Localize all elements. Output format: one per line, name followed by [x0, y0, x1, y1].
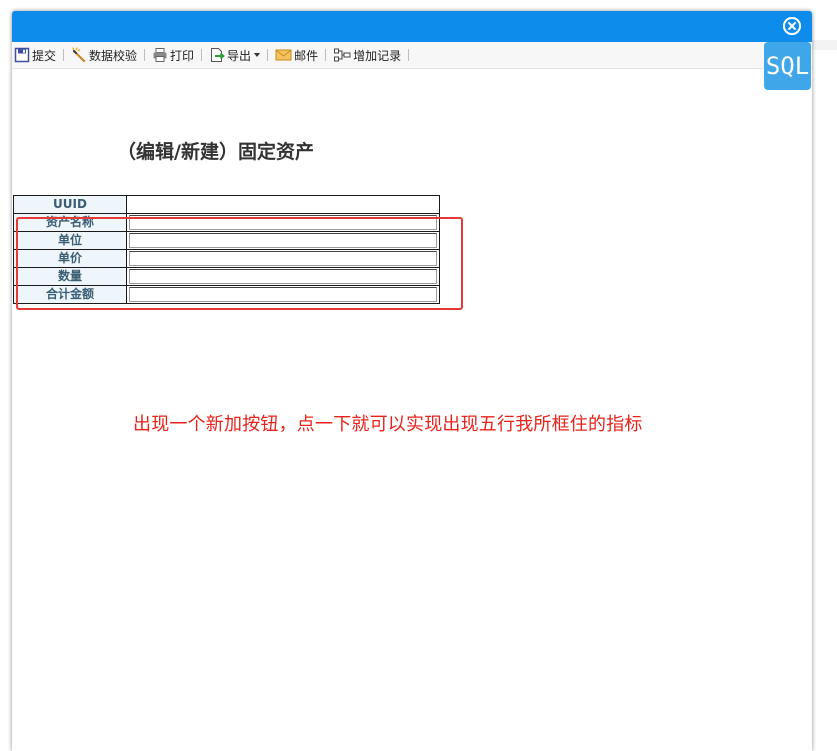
chevron-down-icon: [254, 53, 261, 57]
export-icon: [211, 48, 225, 62]
toolbar: 提交 数据校验 打印 导出 邮件 增加记录: [12, 42, 812, 69]
field-label-quantity: 数量: [13, 267, 127, 286]
export-button[interactable]: 导出: [207, 44, 262, 66]
toolbar-divider: [325, 49, 327, 61]
form-title: （编辑/新建）固定资产: [117, 141, 314, 163]
toolbar-divider: [267, 49, 269, 61]
toolbar-divider: [144, 49, 146, 61]
submit-label: 提交: [32, 48, 57, 63]
total-amount-input[interactable]: [129, 287, 437, 302]
field-cell-unit: [126, 231, 440, 250]
close-icon: [783, 17, 801, 35]
field-cell-quantity: [126, 267, 440, 286]
unit-price-input[interactable]: [129, 251, 437, 266]
add-record-icon: [334, 48, 351, 62]
quantity-input[interactable]: [129, 269, 437, 284]
add-record-label: 增加记录: [353, 48, 402, 63]
printer-icon: [153, 48, 167, 62]
field-cell-total-amount: [126, 285, 440, 304]
field-label-uuid: UUID: [13, 195, 127, 214]
dialog-titlebar: [12, 11, 812, 42]
uuid-input[interactable]: [129, 197, 437, 212]
add-record-button[interactable]: 增加记录: [331, 44, 403, 66]
annotation-text: 出现一个新加按钮，点一下就可以实现出现五行我所框住的指标: [133, 414, 643, 435]
form-row-quantity: 数量: [13, 267, 440, 286]
toolbar-divider: [408, 49, 410, 61]
toolbar-divider: [201, 49, 203, 61]
data-validate-label: 数据校验: [89, 48, 138, 63]
form-row-total-amount: 合计金额: [13, 285, 440, 304]
magic-wand-icon: [72, 47, 86, 63]
submit-button[interactable]: 提交: [12, 44, 58, 66]
close-button[interactable]: [783, 17, 801, 35]
mail-label: 邮件: [294, 48, 319, 63]
field-label-unit: 单位: [13, 231, 127, 250]
edit-dialog: 提交 数据校验 打印 导出 邮件 增加记录 SQL （编辑/新建）固定资产 UU…: [12, 11, 812, 751]
toolbar-divider: [63, 49, 65, 61]
save-icon: [14, 47, 30, 63]
export-label: 导出: [227, 48, 252, 63]
mail-button[interactable]: 邮件: [273, 44, 320, 66]
field-label-total-amount: 合计金额: [13, 285, 127, 304]
form-row-asset-name: 资产名称: [13, 213, 440, 232]
field-label-asset-name: 资产名称: [13, 213, 127, 232]
form-row-uuid: UUID: [13, 195, 440, 214]
field-label-unit-price: 单价: [13, 249, 127, 268]
unit-input[interactable]: [129, 233, 437, 248]
asset-name-input[interactable]: [129, 215, 437, 230]
print-button[interactable]: 打印: [150, 44, 196, 66]
sql-button[interactable]: SQL: [764, 42, 811, 90]
field-cell-unit-price: [126, 249, 440, 268]
field-cell-asset-name: [126, 213, 440, 232]
form-row-unit: 单位: [13, 231, 440, 250]
mail-icon: [275, 49, 292, 61]
field-cell-uuid: [126, 195, 440, 214]
backdrop-strip: [811, 40, 837, 50]
data-validate-button[interactable]: 数据校验: [69, 44, 139, 66]
print-label: 打印: [170, 48, 195, 63]
asset-form-table: UUID 资产名称 单位 单价 数量 合计金额: [13, 195, 440, 304]
form-row-unit-price: 单价: [13, 249, 440, 268]
